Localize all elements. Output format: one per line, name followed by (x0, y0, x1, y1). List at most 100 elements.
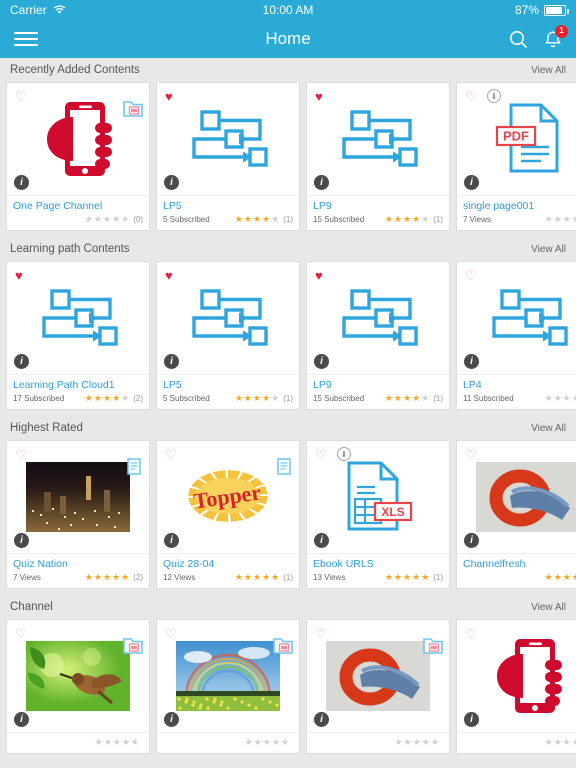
card-stat-label: 12 Views (163, 573, 196, 582)
rating-star: ★ (234, 393, 243, 403)
card-media[interactable]: ♡ i (7, 83, 149, 195)
favorite-heart-icon[interactable]: ♡ (315, 627, 327, 640)
favorite-heart-icon[interactable]: ♥ (165, 90, 173, 103)
info-icon[interactable]: i (14, 712, 29, 727)
card-media[interactable]: ♡ i (307, 620, 449, 732)
info-icon[interactable]: i (464, 533, 479, 548)
info-icon[interactable]: i (14, 354, 29, 369)
card-media[interactable]: ♥ i (307, 83, 449, 195)
info-icon[interactable]: i (164, 712, 179, 727)
favorite-heart-icon[interactable]: ♡ (15, 90, 27, 103)
hamburger-menu-icon[interactable] (14, 28, 38, 50)
view-all-link[interactable]: View All (531, 244, 566, 255)
card-media[interactable]: ♥ i (7, 262, 149, 374)
card-title[interactable]: LP5 (163, 199, 293, 213)
rating-star: ★ (112, 214, 121, 224)
card-media[interactable]: ♡ i (457, 262, 576, 374)
rating-star: ★ (412, 572, 421, 582)
info-icon[interactable]: i (314, 354, 329, 369)
content-card[interactable]: ♥ i LP5 5 Subscribed ★ ★ ★ ★ ★ (1) (156, 82, 300, 231)
content-card[interactable]: ♥ i LP9 15 Subscribed ★ ★ ★ ★ ★ (1) (306, 261, 450, 410)
info-icon[interactable]: i (164, 175, 179, 190)
content-card[interactable]: ♡ i ★★★★★ (6, 619, 150, 754)
content-card[interactable]: ♡ ⬇ XLS i Ebook URLS 13 Views ★ ★ ★ ★ ★ (1) (306, 440, 450, 589)
card-title[interactable]: One Page Channel (13, 199, 143, 213)
content-card[interactable]: ♡ i ★★★★★ (456, 619, 576, 754)
favorite-heart-icon[interactable]: ♥ (165, 269, 173, 282)
card-media[interactable]: ♡ i (7, 441, 149, 553)
download-icon[interactable]: ⬇ (487, 89, 501, 103)
info-icon[interactable]: i (314, 533, 329, 548)
favorite-heart-icon[interactable]: ♡ (465, 90, 477, 103)
card-media[interactable]: ♡ ⬇ PDF i (457, 83, 576, 195)
info-icon[interactable]: i (464, 712, 479, 727)
card-media[interactable]: ♡ i (457, 620, 576, 732)
info-icon[interactable]: i (464, 354, 479, 369)
favorite-heart-icon[interactable]: ♡ (465, 627, 477, 640)
card-media[interactable]: ♡ i (457, 441, 576, 553)
favorite-heart-icon[interactable]: ♡ (165, 448, 177, 461)
card-meta: ★★★★★ (313, 736, 443, 749)
favorite-heart-icon[interactable]: ♥ (315, 269, 323, 282)
status-bar-right: 87% (313, 3, 569, 17)
favorite-heart-icon[interactable]: ♡ (315, 448, 327, 461)
favorite-heart-icon[interactable]: ♡ (165, 627, 177, 640)
search-icon[interactable] (509, 30, 528, 49)
card-title[interactable]: Quiz Nation (13, 557, 143, 571)
card-title[interactable]: Ebook URLS (313, 557, 443, 571)
info-icon[interactable]: i (464, 175, 479, 190)
content-card[interactable]: ♡ i Channelfresh ★★★★★ (456, 440, 576, 589)
info-icon[interactable]: i (164, 354, 179, 369)
content-card[interactable]: ♥ i Learning Path Cloud1 17 Subscribed ★… (6, 261, 150, 410)
content-card[interactable]: ♡ ⬇ PDF i single page001 7 Views ★★★★★ (456, 82, 576, 231)
card-media[interactable]: ♥ i (307, 262, 449, 374)
favorite-heart-icon[interactable]: ♡ (465, 269, 477, 282)
info-icon[interactable]: i (14, 175, 29, 190)
rating-star: ★ (544, 737, 553, 747)
card-media[interactable]: ♡ i (157, 620, 299, 732)
content-card[interactable]: ♥ i LP5 5 Subscribed ★ ★ ★ ★ ★ (1) (156, 261, 300, 410)
card-title[interactable]: LP4 (463, 378, 576, 392)
content-card[interactable]: ♡ i One Page Channel ★ ★ ★ ★ ★ (0) (6, 82, 150, 231)
card-media[interactable]: ♥ i (157, 83, 299, 195)
card-title[interactable]: LP9 (313, 378, 443, 392)
view-all-link[interactable]: View All (531, 65, 566, 76)
favorite-heart-icon[interactable]: ♡ (15, 627, 27, 640)
favorite-heart-icon[interactable]: ♡ (465, 448, 477, 461)
rating-star: ★ (93, 393, 102, 403)
card-media[interactable]: ♡ i (7, 620, 149, 732)
view-all-link[interactable]: View All (531, 423, 566, 434)
card-media[interactable]: ♡ Topper i (157, 441, 299, 553)
content-card[interactable]: ♡ i Quiz Nation 7 Views ★ ★ ★ ★ ★ (2) (6, 440, 150, 589)
info-icon[interactable]: i (314, 175, 329, 190)
notification-bell-icon[interactable]: 1 (544, 24, 568, 49)
content-card[interactable]: ♡ i ★★★★★ (156, 619, 300, 754)
card-title[interactable]: LP9 (313, 199, 443, 213)
card-meta: ★★★★★ (463, 571, 576, 584)
favorite-heart-icon[interactable]: ♥ (15, 269, 23, 282)
favorite-heart-icon[interactable]: ♡ (15, 448, 27, 461)
card-title[interactable]: LP5 (163, 378, 293, 392)
content-card[interactable]: ♥ i LP9 15 Subscribed ★ ★ ★ ★ ★ (1) (306, 82, 450, 231)
card-media[interactable]: ♥ i (157, 262, 299, 374)
rating-star: ★ (562, 393, 571, 403)
download-icon[interactable]: ⬇ (337, 447, 351, 461)
info-icon[interactable]: i (314, 712, 329, 727)
content-card[interactable]: ♡ i ★★★★★ (306, 619, 450, 754)
content-card[interactable]: ♡ Topper i Quiz 28-04 12 Views ★ ★ ★ ★ ★ (1) (156, 440, 300, 589)
card-media[interactable]: ♡ ⬇ XLS i (307, 441, 449, 553)
content-card[interactable]: ♡ i LP4 11 Subscribed ★★★★★ (456, 261, 576, 410)
card-meta: 7 Views ★★★★★ (463, 213, 576, 226)
card-title[interactable]: Channelfresh (463, 557, 576, 571)
info-icon[interactable]: i (14, 533, 29, 548)
view-all-link[interactable]: View All (531, 602, 566, 613)
content-scroll-area[interactable]: Recently Added Contents View All ♡ i One… (0, 58, 576, 768)
rating-star: ★ (402, 393, 412, 403)
rating-stars: ★★★★★ (545, 573, 576, 582)
card-title[interactable]: single page001 (463, 199, 576, 213)
card-footer: LP9 15 Subscribed ★ ★ ★ ★ ★ (1) (307, 195, 449, 230)
favorite-heart-icon[interactable]: ♥ (315, 90, 323, 103)
card-title[interactable]: Learning Path Cloud1 (13, 378, 143, 392)
card-title[interactable]: Quiz 28-04 (163, 557, 293, 571)
info-icon[interactable]: i (164, 533, 179, 548)
